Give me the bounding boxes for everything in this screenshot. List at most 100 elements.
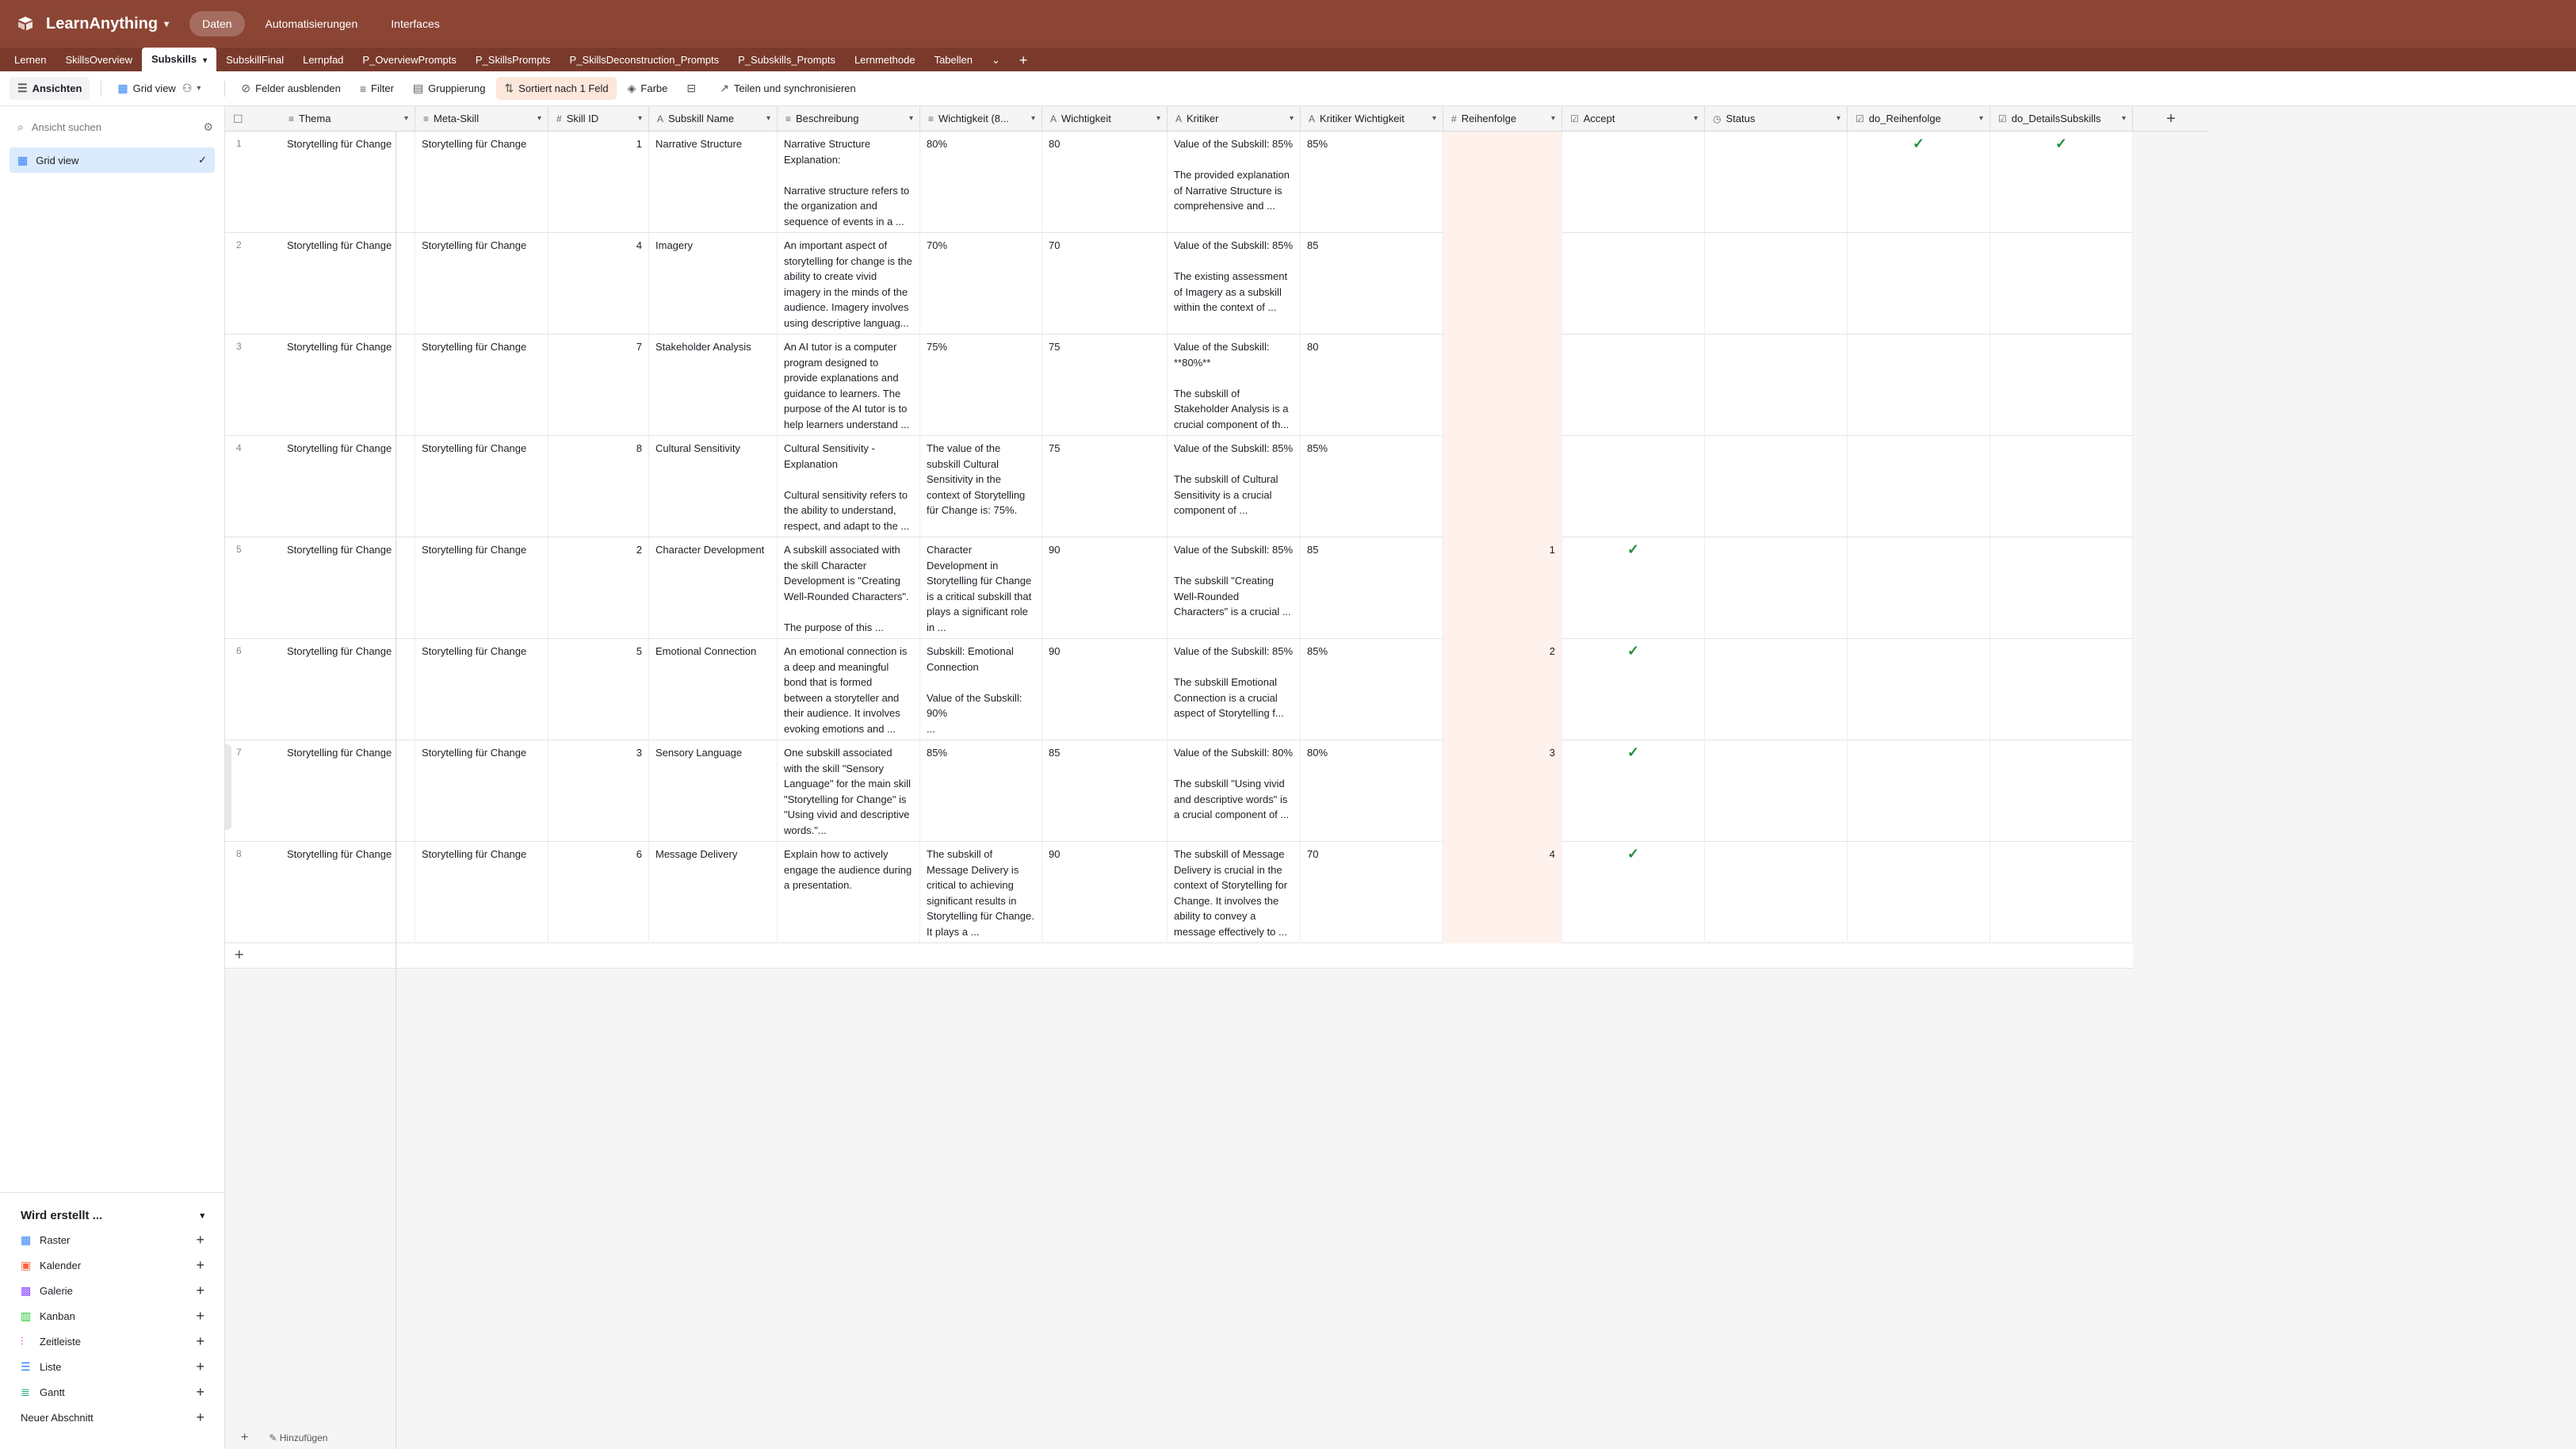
cell-name[interactable]: Imagery <box>649 233 778 335</box>
nav-interfaces[interactable]: Interfaces <box>378 11 452 36</box>
tab-tabellen[interactable]: Tabellen <box>925 49 982 71</box>
tab-subskills[interactable]: Subskills ▾ <box>142 48 217 71</box>
cell-meta[interactable]: Storytelling für Change <box>415 639 548 740</box>
cell-skill_id[interactable]: 4 <box>548 233 649 335</box>
cell-skill_id[interactable]: 2 <box>548 537 649 639</box>
views-toggle-button[interactable]: ☰ Ansichten <box>10 77 90 100</box>
chevron-down-icon[interactable]: ▾ <box>1694 106 1698 132</box>
cell-skill_id[interactable]: 8 <box>548 436 649 537</box>
cell-thema[interactable]: Storytelling für Change <box>281 436 415 537</box>
chevron-down-icon[interactable]: ▾ <box>1551 106 1555 132</box>
column-header-skill-id[interactable]: # Skill ID ▾ <box>548 106 649 132</box>
cell-wicht8[interactable]: Character Development in Storytelling fü… <box>920 537 1042 639</box>
cell-skill_id[interactable]: 3 <box>548 740 649 842</box>
cell-wicht[interactable]: 80 <box>1042 132 1168 233</box>
cell-reihenfolge[interactable] <box>1443 335 1562 436</box>
cell-beschreibung[interactable]: Narrative Structure Explanation: Narrati… <box>778 132 920 233</box>
column-header-kritiker-wichtigkeit[interactable]: A Kritiker Wichtigkeit ▾ <box>1301 106 1443 132</box>
cell-kritiker[interactable]: Value of the Subskill: 85% The subskill … <box>1168 537 1301 639</box>
cell-kritiker[interactable]: Value of the Subskill: 85% The subskill … <box>1168 436 1301 537</box>
cell-do_r[interactable] <box>1848 436 1990 537</box>
cell-do_r[interactable]: ✓ <box>1848 132 1990 233</box>
column-header-reihenfolge[interactable]: # Reihenfolge ▾ <box>1443 106 1562 132</box>
cell-reihenfolge[interactable] <box>1443 233 1562 335</box>
cell-accept[interactable] <box>1562 233 1705 335</box>
cell-meta[interactable]: Storytelling für Change <box>415 233 548 335</box>
base-name-dropdown[interactable]: LearnAnything ▾ <box>46 15 169 33</box>
table-row[interactable]: 1 Storytelling für Change Storytelling für… <box>225 132 2133 233</box>
chevron-down-icon[interactable]: ▾ <box>537 106 541 132</box>
cell-reihenfolge[interactable] <box>1443 132 1562 233</box>
tab-lernmethode[interactable]: Lernmethode <box>845 49 925 71</box>
cell-status[interactable] <box>1705 842 1848 943</box>
cell-meta[interactable]: Storytelling für Change <box>415 132 548 233</box>
cell-skill_id[interactable]: 6 <box>548 842 649 943</box>
create-galerie-view[interactable]: ▩ Galerie + <box>0 1278 225 1303</box>
cell-reihenfolge[interactable]: 4 <box>1443 842 1562 943</box>
cell-wicht[interactable]: 90 <box>1042 537 1168 639</box>
cell-accept[interactable]: ✓ <box>1562 842 1705 943</box>
nav-daten[interactable]: Daten <box>189 11 245 36</box>
table-row[interactable]: 6 Storytelling für Change Storytelling für… <box>225 639 2133 740</box>
cell-meta[interactable]: Storytelling für Change <box>415 335 548 436</box>
nav-automatisierungen[interactable]: Automatisierungen <box>253 11 371 36</box>
cell-accept[interactable]: ✓ <box>1562 537 1705 639</box>
cell-kritiker[interactable]: The subskill of Message Delivery is cruc… <box>1168 842 1301 943</box>
cell-status[interactable] <box>1705 335 1848 436</box>
cell-kritiker[interactable]: Value of the Subskill: 85% The provided … <box>1168 132 1301 233</box>
cell-status[interactable] <box>1705 233 1848 335</box>
cell-kritiker[interactable]: Value of the Subskill: 80% The subskill … <box>1168 740 1301 842</box>
add-record-row[interactable]: + <box>225 943 2133 969</box>
table-row[interactable]: 4 Storytelling für Change Storytelling für… <box>225 436 2133 537</box>
column-header-beschreibung[interactable]: ≡ Beschreibung ▾ <box>778 106 920 132</box>
gear-icon[interactable]: ⚙ <box>203 120 213 134</box>
cell-thema[interactable]: Storytelling für Change <box>281 537 415 639</box>
cell-do_d[interactable] <box>1990 233 2133 335</box>
column-header-wichtigkeit-8[interactable]: ≡ Wichtigkeit (8... ▾ <box>920 106 1042 132</box>
chevron-down-icon[interactable]: ▾ <box>638 106 642 132</box>
cell-reihenfolge[interactable] <box>1443 436 1562 537</box>
cell-do_d[interactable] <box>1990 842 2133 943</box>
chevron-down-icon[interactable]: ▾ <box>2122 106 2126 132</box>
table-row[interactable]: 8 Storytelling für Change Storytelling für… <box>225 842 2133 943</box>
cell-kw[interactable]: 85 <box>1301 537 1443 639</box>
sidebar-resize-handle[interactable] <box>225 744 231 830</box>
cell-kw[interactable]: 70 <box>1301 842 1443 943</box>
column-header-thema[interactable]: ≡ Thema ▾ <box>281 106 415 132</box>
column-header-accept[interactable]: ☑ Accept ▾ <box>1562 106 1705 132</box>
column-header-do-detailssubskills[interactable]: ☑ do_DetailsSubskills ▾ <box>1990 106 2133 132</box>
cell-status[interactable] <box>1705 436 1848 537</box>
cell-do_d[interactable] <box>1990 537 2133 639</box>
table-row[interactable]: 2 Storytelling für Change Storytelling für… <box>225 233 2133 335</box>
cell-status[interactable] <box>1705 740 1848 842</box>
share-sync-button[interactable]: ↗ Teilen und synchronisieren <box>712 77 864 100</box>
cell-wicht8[interactable]: 75% <box>920 335 1042 436</box>
chevron-down-icon[interactable]: ▾ <box>766 106 770 132</box>
create-raster-view[interactable]: ▦ Raster + <box>0 1227 225 1252</box>
chevron-down-icon[interactable]: ▾ <box>1979 106 1983 132</box>
cell-do_r[interactable] <box>1848 639 1990 740</box>
add-button[interactable]: ✎ Hinzufügen <box>269 1432 327 1443</box>
cell-wicht[interactable]: 75 <box>1042 335 1168 436</box>
cell-thema[interactable]: Storytelling für Change <box>281 842 415 943</box>
cell-wicht8[interactable]: 80% <box>920 132 1042 233</box>
cell-wicht[interactable]: 90 <box>1042 842 1168 943</box>
cell-do_r[interactable] <box>1848 335 1990 436</box>
tab-p-overviewprompts[interactable]: P_OverviewPrompts <box>353 49 465 71</box>
cell-kw[interactable]: 85 <box>1301 233 1443 335</box>
create-gantt-view[interactable]: ≣ Gantt + <box>0 1379 225 1405</box>
cell-kw[interactable]: 85% <box>1301 436 1443 537</box>
cell-skill_id[interactable]: 7 <box>548 335 649 436</box>
view-search[interactable]: ⌕ Ansicht suchen ⚙ <box>17 116 213 138</box>
cell-accept[interactable]: ✓ <box>1562 740 1705 842</box>
cell-status[interactable] <box>1705 639 1848 740</box>
cell-kw[interactable]: 85% <box>1301 132 1443 233</box>
column-header-status[interactable]: ◷ Status ▾ <box>1705 106 1848 132</box>
cell-name[interactable]: Stakeholder Analysis <box>649 335 778 436</box>
cell-do_d[interactable] <box>1990 639 2133 740</box>
cell-wicht8[interactable]: Subskill: Emotional Connection Value of … <box>920 639 1042 740</box>
table-row[interactable]: 3 Storytelling für Change Storytelling für… <box>225 335 2133 436</box>
cell-do_r[interactable] <box>1848 233 1990 335</box>
cell-accept[interactable] <box>1562 335 1705 436</box>
tab-lernpfad[interactable]: Lernpfad <box>293 49 353 71</box>
